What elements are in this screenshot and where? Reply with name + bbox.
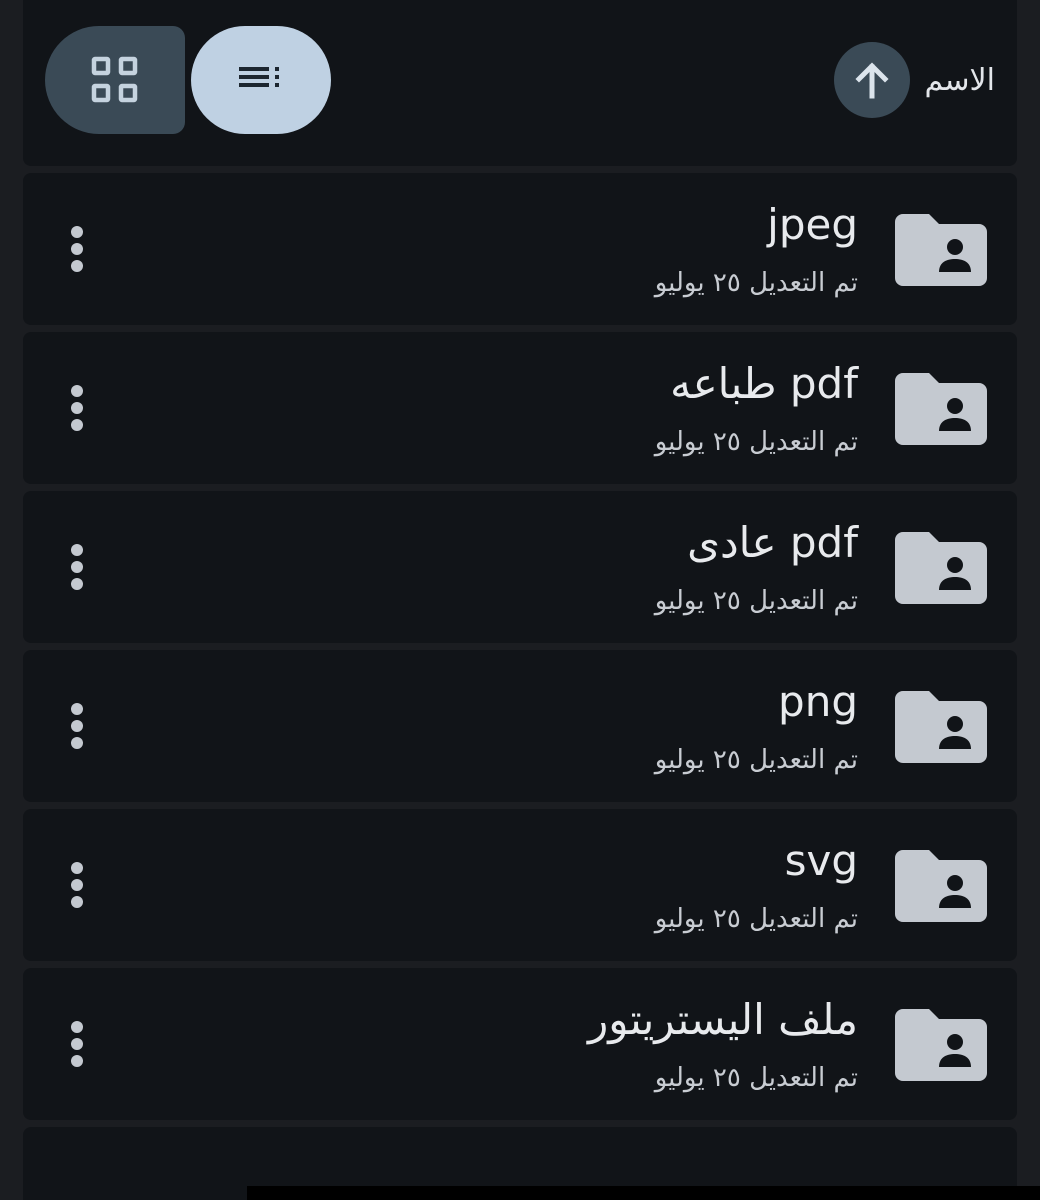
folder-modified: تم التعديل ٢٥ يوليو	[654, 427, 858, 457]
more-vert-icon	[71, 1021, 83, 1067]
folder-name: pdf عادى	[687, 518, 858, 567]
folder-modified: تم التعديل ٢٥ يوليو	[654, 1063, 858, 1093]
shared-folder-icon	[895, 850, 987, 922]
shared-folder-icon	[895, 214, 987, 286]
folder-modified: تم التعديل ٢٥ يوليو	[654, 745, 858, 775]
list-view-button[interactable]	[191, 26, 331, 134]
folder-name: ملف اليستريتور	[587, 995, 858, 1044]
folder-name: svg	[784, 836, 858, 885]
folder-modified: تم التعديل ٢٥ يوليو	[654, 904, 858, 934]
more-options-button[interactable]	[59, 700, 95, 752]
more-vert-icon	[71, 703, 83, 749]
folder-row[interactable]: pdf طباعه تم التعديل ٢٥ يوليو	[23, 332, 1017, 484]
list-view-icon	[239, 67, 279, 87]
folder-text: jpeg تم التعديل ٢٥ يوليو	[655, 195, 858, 303]
folder-row[interactable]: ملف اليستريتور تم التعديل ٢٥ يوليو	[23, 968, 1017, 1120]
folder-row[interactable]: svg تم التعديل ٢٥ يوليو	[23, 809, 1017, 961]
more-options-button[interactable]	[59, 541, 95, 593]
more-vert-icon	[71, 385, 83, 431]
folder-modified: تم التعديل ٢٥ يوليو	[654, 268, 858, 298]
folder-text: pdf طباعه تم التعديل ٢٥ يوليو	[655, 354, 858, 462]
more-options-button[interactable]	[59, 1018, 95, 1070]
folder-row[interactable]: pdf عادى تم التعديل ٢٥ يوليو	[23, 491, 1017, 643]
folder-modified: تم التعديل ٢٥ يوليو	[654, 586, 858, 616]
folder-row[interactable]: png تم التعديل ٢٥ يوليو	[23, 650, 1017, 802]
arrow-up-icon	[855, 62, 889, 99]
folder-text: ملف اليستريتور تم التعديل ٢٥ يوليو	[588, 990, 858, 1098]
more-vert-icon	[71, 226, 83, 272]
more-vert-icon	[71, 544, 83, 590]
folder-text: png تم التعديل ٢٥ يوليو	[655, 672, 858, 780]
folder-name: png	[778, 677, 858, 726]
bottom-overlay-bar	[247, 1186, 1040, 1200]
folder-row[interactable]: jpeg تم التعديل ٢٥ يوليو	[23, 173, 1017, 325]
more-options-button[interactable]	[59, 859, 95, 911]
folder-text: svg تم التعديل ٢٥ يوليو	[655, 831, 858, 939]
toolbar: الاسم	[23, 0, 1017, 166]
sort-control: الاسم	[834, 42, 995, 118]
grid-view-button[interactable]	[45, 26, 185, 134]
sort-label[interactable]: الاسم	[924, 63, 995, 98]
folder-text: pdf عادى تم التعديل ٢٥ يوليو	[655, 513, 858, 621]
folder-name: pdf طباعه	[670, 359, 858, 408]
shared-folder-icon	[895, 373, 987, 445]
more-vert-icon	[71, 862, 83, 908]
view-toggle	[45, 26, 331, 134]
shared-folder-icon	[895, 532, 987, 604]
file-browser: الاسم jpeg تم التعديل ٢٥ يوليو pdf طباعه…	[0, 0, 1040, 1200]
sort-direction-button[interactable]	[834, 42, 911, 118]
folder-name: jpeg	[767, 200, 858, 249]
grid-view-icon	[91, 56, 138, 103]
shared-folder-icon	[895, 1009, 987, 1081]
more-options-button[interactable]	[59, 223, 95, 275]
more-options-button[interactable]	[59, 382, 95, 434]
shared-folder-icon	[895, 691, 987, 763]
